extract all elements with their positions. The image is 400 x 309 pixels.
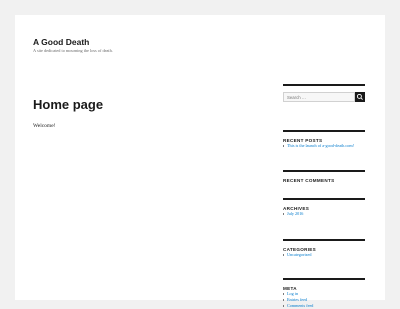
login-link[interactable]: Log in bbox=[287, 291, 298, 296]
list-item[interactable]: This is the launch of a-good-death.com! bbox=[283, 143, 365, 149]
widget-divider bbox=[283, 278, 365, 280]
comments-feed-link[interactable]: Comments feed bbox=[287, 303, 313, 308]
list-item[interactable]: Uncategorized bbox=[283, 252, 365, 258]
widget-divider bbox=[283, 170, 365, 172]
widget-divider bbox=[283, 84, 365, 86]
search-button[interactable] bbox=[355, 92, 365, 102]
search-form bbox=[283, 92, 365, 102]
list-item[interactable]: July 2016 bbox=[283, 211, 365, 217]
widget-divider bbox=[283, 198, 365, 200]
category-link[interactable]: Uncategorized bbox=[287, 252, 311, 257]
recent-comments-widget: RECENT COMMENTS bbox=[283, 170, 365, 183]
site-title[interactable]: A Good Death bbox=[33, 37, 89, 47]
recent-posts-widget: RECENT POSTS This is the launch of a-goo… bbox=[283, 130, 365, 149]
page-title: Home page bbox=[33, 97, 104, 112]
widget-divider bbox=[283, 239, 365, 241]
widget-divider bbox=[283, 130, 365, 132]
site-description: A site dedicated to mourning the loss of… bbox=[33, 48, 113, 53]
page-content: Welcome! bbox=[33, 123, 56, 129]
search-icon bbox=[356, 93, 363, 100]
search-input[interactable] bbox=[283, 92, 355, 102]
categories-widget: CATEGORIES Uncategorized bbox=[283, 239, 365, 258]
page-container: A Good Death A site dedicated to mournin… bbox=[15, 15, 385, 308]
post-link[interactable]: This is the launch of a-good-death.com! bbox=[287, 143, 354, 148]
list-item[interactable]: Comments feed bbox=[283, 303, 365, 309]
meta-widget: META Log in Entries feed Comments feed bbox=[283, 278, 365, 309]
search-widget bbox=[283, 84, 365, 102]
archives-widget: ARCHIVES July 2016 bbox=[283, 198, 365, 217]
archive-link[interactable]: July 2016 bbox=[287, 211, 303, 216]
widget-title: RECENT COMMENTS bbox=[283, 178, 335, 183]
